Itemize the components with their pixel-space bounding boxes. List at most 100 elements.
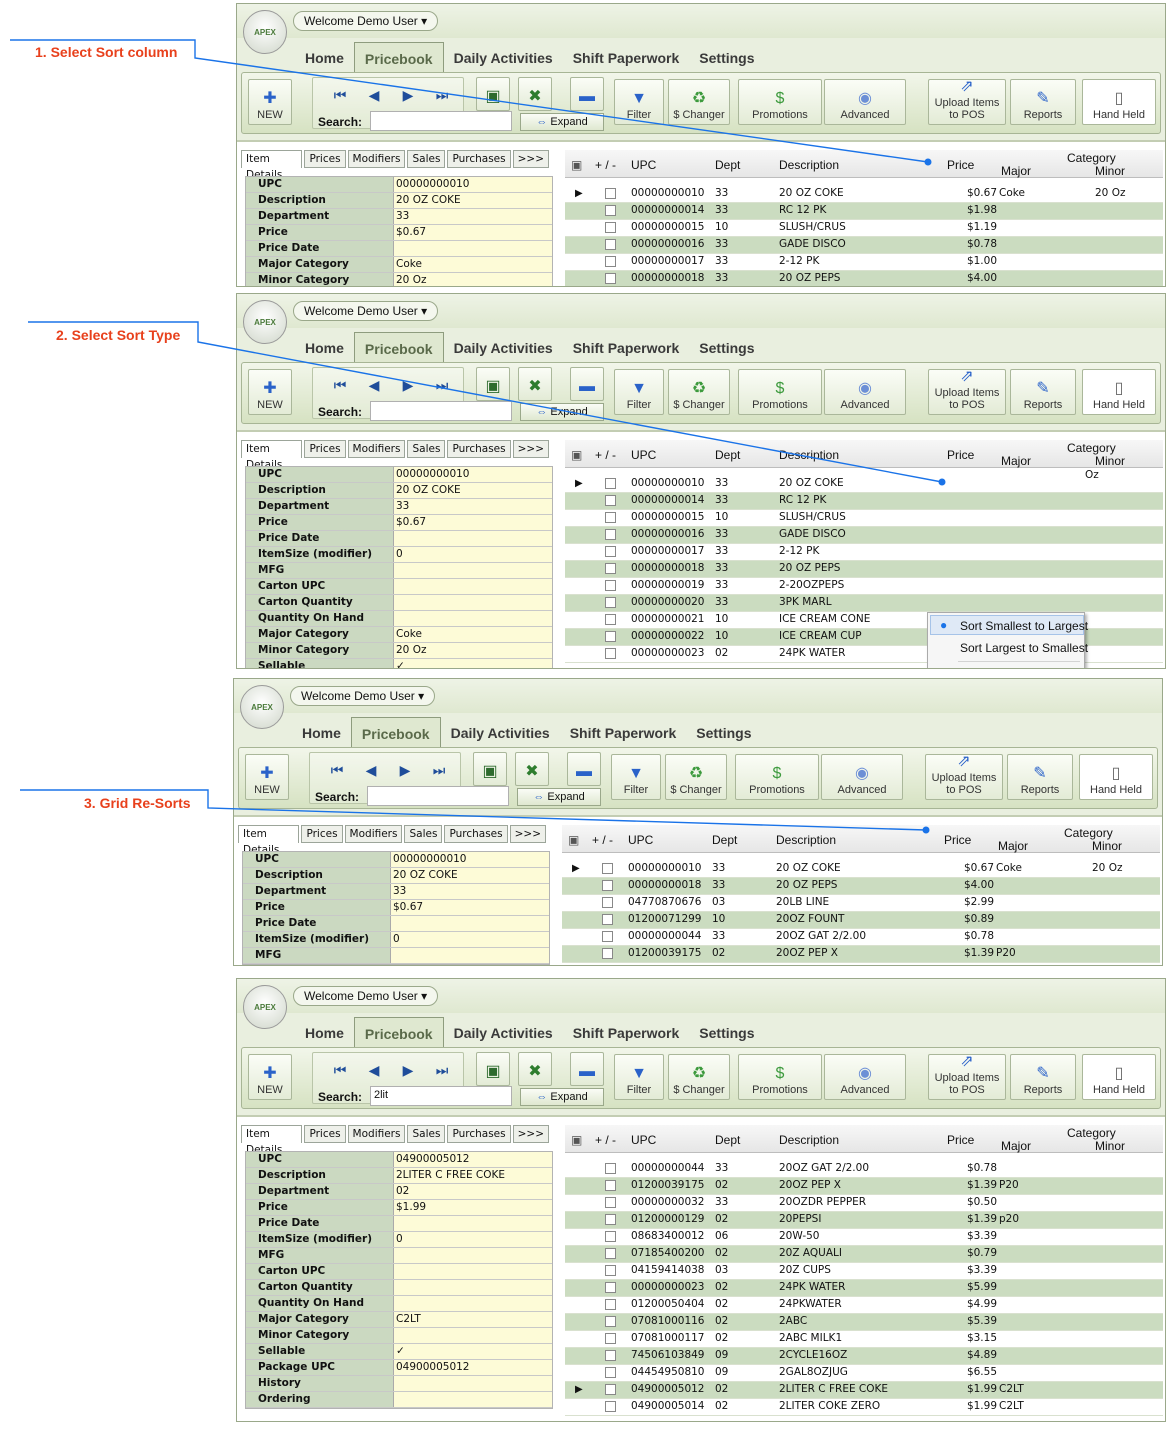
- menu-sort-ascending[interactable]: Sort Smallest to Largest: [960, 619, 1088, 633]
- detail-value[interactable]: 20 OZ COKE: [391, 868, 549, 883]
- last-record-icon[interactable]: ⏭: [426, 759, 452, 783]
- col-minor[interactable]: Minor: [1095, 454, 1125, 468]
- table-row[interactable]: 00000000018 33 20 OZ PEPS: [565, 561, 1163, 578]
- detail-value[interactable]: 0: [394, 547, 552, 562]
- promotions-button[interactable]: $ Promotions: [735, 754, 819, 800]
- table-row[interactable]: 01200071299 10 20OZ FOUNT $0.89: [562, 912, 1160, 929]
- camera-icon[interactable]: ▣: [571, 1133, 582, 1147]
- detail-value[interactable]: Coke: [394, 257, 552, 272]
- table-row[interactable]: ▶ 04900005012 02 2LITER C FREE COKE $1.9…: [565, 1382, 1163, 1399]
- col-plusminus[interactable]: + / -: [595, 448, 616, 462]
- detail-value[interactable]: [394, 531, 552, 546]
- detail-value[interactable]: [394, 1296, 552, 1311]
- previous-record-icon[interactable]: ◀: [361, 84, 387, 108]
- table-row[interactable]: 00000000017 33 2-12 PK: [565, 544, 1163, 561]
- tab-more[interactable]: >>>: [512, 440, 549, 458]
- row-checkbox[interactable]: [605, 495, 616, 506]
- tab-modifiers[interactable]: Modifiers: [347, 150, 406, 168]
- cancel-button[interactable]: ✖: [518, 77, 552, 111]
- col-major[interactable]: Major: [1001, 1139, 1031, 1153]
- tab-purchases[interactable]: Purchases: [447, 1125, 511, 1143]
- table-row[interactable]: 04900005014 02 2LITER COKE ZERO $1.99 C2…: [565, 1399, 1163, 1416]
- row-checkbox[interactable]: [605, 529, 616, 540]
- row-checkbox[interactable]: [605, 188, 616, 199]
- table-row[interactable]: 04454950810 09 2GAL8OZJUG $6.55: [565, 1365, 1163, 1382]
- table-row[interactable]: 07081000117 02 2ABC MILK1 $3.15: [565, 1331, 1163, 1348]
- expand-button[interactable]: ⇔ Expand: [517, 788, 601, 806]
- tab-settings[interactable]: Settings: [689, 1017, 764, 1049]
- detail-value[interactable]: [394, 241, 552, 256]
- next-record-icon[interactable]: ▶: [392, 759, 418, 783]
- reports-button[interactable]: ✎ Reports: [1010, 1054, 1076, 1100]
- detail-value[interactable]: $0.67: [394, 515, 552, 530]
- row-checkbox[interactable]: [605, 1401, 616, 1412]
- row-checkbox[interactable]: [602, 880, 613, 891]
- new-button[interactable]: ✚ NEW: [248, 79, 292, 125]
- promotions-button[interactable]: $ Promotions: [738, 1054, 822, 1100]
- tab-modifiers[interactable]: Modifiers: [347, 440, 406, 458]
- detail-value[interactable]: 04900005012: [394, 1152, 552, 1167]
- tab-prices[interactable]: Prices: [301, 825, 343, 843]
- tab-prices[interactable]: Prices: [304, 150, 346, 168]
- table-row[interactable]: 04159414038 03 20Z CUPS $3.39: [565, 1263, 1163, 1280]
- table-row[interactable]: 00000000017 33 2-12 PK $1.00: [565, 254, 1163, 271]
- next-record-icon[interactable]: ▶: [395, 374, 421, 398]
- next-record-icon[interactable]: ▶: [395, 84, 421, 108]
- row-checkbox[interactable]: [605, 512, 616, 523]
- detail-value[interactable]: [394, 1248, 552, 1263]
- table-row[interactable]: ▶ 00000000010 33 20 OZ COKE $0.67 Coke 2…: [562, 861, 1160, 878]
- last-record-icon[interactable]: ⏭: [429, 1059, 455, 1083]
- col-price[interactable]: Price: [947, 448, 974, 462]
- detail-value[interactable]: 33: [394, 499, 552, 514]
- detail-value[interactable]: [394, 611, 552, 626]
- row-checkbox[interactable]: [605, 239, 616, 250]
- table-row[interactable]: 00000000018 33 20 OZ PEPS $4.00: [562, 878, 1160, 895]
- detail-value[interactable]: [394, 579, 552, 594]
- detail-value[interactable]: 33: [391, 884, 549, 899]
- table-row[interactable]: 00000000014 33 RC 12 PK $1.98: [565, 203, 1163, 220]
- tab-settings[interactable]: Settings: [689, 332, 764, 364]
- table-row[interactable]: 07081000116 02 2ABC $5.39: [565, 1314, 1163, 1331]
- col-major[interactable]: Major: [1001, 454, 1031, 468]
- advanced-button[interactable]: ◉ Advanced: [824, 1054, 906, 1100]
- table-row[interactable]: 01200050404 02 24PKWATER $4.99: [565, 1297, 1163, 1314]
- row-checkbox[interactable]: [605, 478, 616, 489]
- tab-pricebook[interactable]: Pricebook: [353, 42, 444, 74]
- row-checkbox[interactable]: [605, 222, 616, 233]
- search-input[interactable]: [370, 401, 512, 421]
- row-checkbox[interactable]: [605, 614, 616, 625]
- first-record-icon[interactable]: ⏮: [327, 374, 353, 398]
- price-changer-button[interactable]: ♻ $ Changer: [668, 79, 730, 125]
- table-row[interactable]: 01200000129 02 20PEPSI $1.39 p20: [565, 1212, 1163, 1229]
- tab-home[interactable]: Home: [295, 42, 354, 74]
- table-row[interactable]: 00000000044 33 20OZ GAT 2/2.00 $0.78: [562, 929, 1160, 946]
- row-checkbox[interactable]: [602, 914, 613, 925]
- detail-value[interactable]: $0.67: [391, 900, 549, 915]
- detail-value[interactable]: C2LT: [394, 1312, 552, 1327]
- tab-sales[interactable]: Sales: [404, 825, 443, 843]
- tab-pricebook[interactable]: Pricebook: [353, 332, 444, 364]
- tab-more[interactable]: >>>: [512, 1125, 549, 1143]
- detail-value[interactable]: 00000000010: [391, 852, 549, 867]
- row-checkbox[interactable]: [605, 1265, 616, 1276]
- col-description[interactable]: Description: [776, 833, 836, 847]
- row-checkbox[interactable]: [605, 1316, 616, 1327]
- price-changer-button[interactable]: ♻ $ Changer: [665, 754, 727, 800]
- promotions-button[interactable]: $ Promotions: [738, 79, 822, 125]
- filter-button[interactable]: ▼ Filter: [614, 79, 664, 125]
- col-description[interactable]: Description: [779, 1133, 839, 1147]
- tab-settings[interactable]: Settings: [686, 717, 761, 749]
- table-row[interactable]: 00000000015 10 SLUSH/CRUS $1.19: [565, 220, 1163, 237]
- advanced-button[interactable]: ◉ Advanced: [821, 754, 903, 800]
- new-button[interactable]: ✚ NEW: [248, 1054, 292, 1100]
- row-checkbox[interactable]: [605, 1367, 616, 1378]
- table-row[interactable]: ▶ 00000000010 33 20 OZ COKE: [565, 476, 1163, 493]
- table-row[interactable]: 01200039175 02 20OZ PEP X $1.39 P20: [565, 1178, 1163, 1195]
- tab-daily-activities[interactable]: Daily Activities: [444, 1017, 563, 1049]
- row-checkbox[interactable]: [605, 1333, 616, 1344]
- row-checkbox[interactable]: [605, 631, 616, 642]
- last-record-icon[interactable]: ⏭: [429, 374, 455, 398]
- new-button[interactable]: ✚ NEW: [248, 369, 292, 415]
- save-button[interactable]: ▣: [476, 1052, 510, 1086]
- table-row[interactable]: 00000000015 10 SLUSH/CRUS: [565, 510, 1163, 527]
